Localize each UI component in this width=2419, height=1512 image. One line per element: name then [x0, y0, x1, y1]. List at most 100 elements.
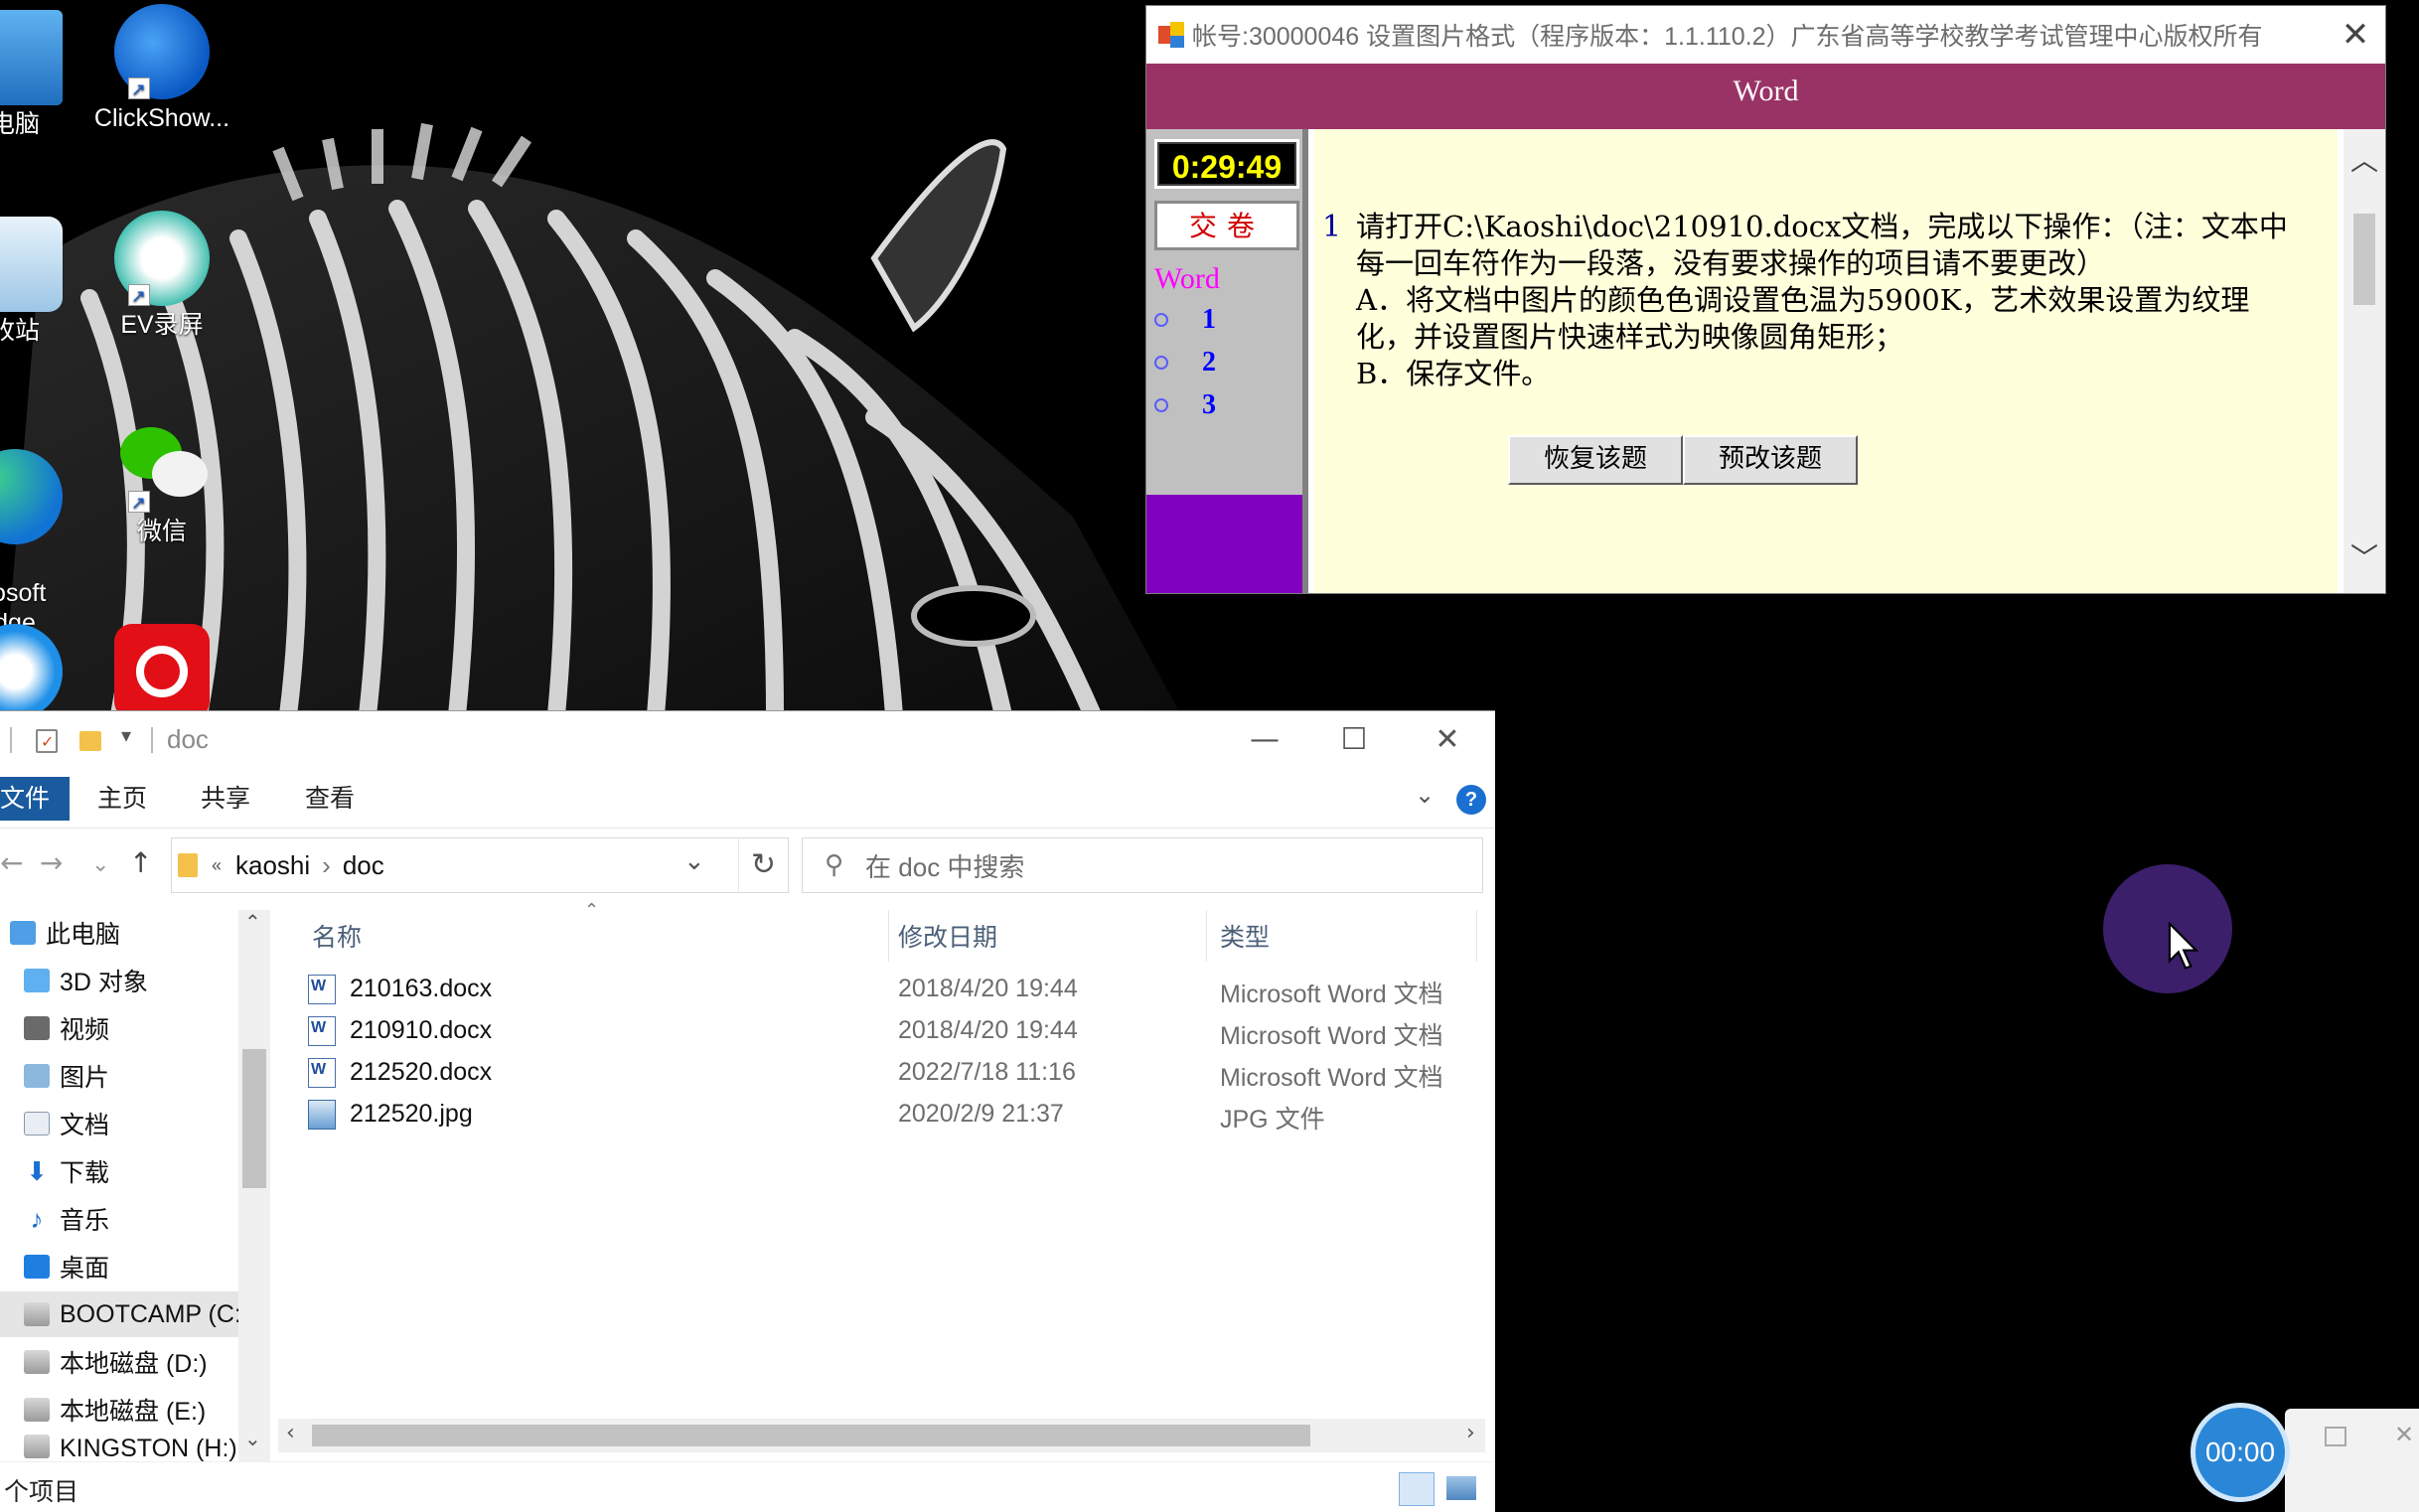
- recent-locations-icon[interactable]: ⌄: [91, 852, 109, 877]
- scroll-thumb[interactable]: [2353, 214, 2375, 305]
- quick-access-dropdown-icon[interactable]: ▾: [121, 723, 131, 747]
- nav-item-label: 本地磁盘 (D:): [60, 1350, 208, 1378]
- app-icon: [1158, 22, 1184, 48]
- file-row[interactable]: 212520.docx 2022/7/18 11:16 Microsoft Wo…: [308, 1053, 1460, 1095]
- subject-label: Word: [1154, 262, 1220, 295]
- tab-view[interactable]: 查看: [305, 777, 355, 821]
- navigation-pane: 此电脑 3D 对象 视频 图片 文档 ⬇ 下载 ♪ 音乐 桌面 BOOTCAMP…: [0, 910, 273, 1461]
- close-icon[interactable]: ✕: [1403, 711, 1492, 769]
- desktop-icon-recycle-bin[interactable]: 收站: [0, 217, 89, 346]
- desktop-icon-wechat[interactable]: 微信: [87, 417, 236, 546]
- nav-item-label: 视频: [60, 1016, 110, 1044]
- ribbon-expand-icon[interactable]: ⌄: [1415, 781, 1435, 809]
- forward-icon[interactable]: →: [40, 846, 63, 879]
- nav-item-drive-d[interactable]: 本地磁盘 (D:): [0, 1339, 238, 1385]
- nav-item-music[interactable]: ♪ 音乐: [0, 1196, 238, 1242]
- file-name: 210163.docx: [350, 975, 493, 1002]
- breadcrumb-overflow[interactable]: «: [212, 855, 222, 876]
- file-row[interactable]: 210910.docx 2018/4/20 19:44 Microsoft Wo…: [308, 1011, 1460, 1053]
- restore-window-icon[interactable]: [2325, 1427, 2346, 1446]
- nav-item-bootcamp[interactable]: BOOTCAMP (C:: [0, 1291, 238, 1337]
- scroll-down-icon[interactable]: ⌄: [244, 1427, 261, 1450]
- address-bar[interactable]: « kaoshi › doc ⌄: [171, 837, 789, 893]
- desktop-icon-ev-recorder[interactable]: EV录屏: [87, 211, 236, 340]
- scroll-thumb[interactable]: [242, 1049, 266, 1188]
- properties-icon[interactable]: ✓: [36, 729, 58, 753]
- drive-icon: [24, 1302, 50, 1326]
- column-separator[interactable]: [1206, 910, 1207, 962]
- column-header-name[interactable]: 名称: [312, 918, 362, 954]
- breadcrumb-doc[interactable]: doc: [343, 850, 384, 881]
- nav-item-this-pc[interactable]: 此电脑: [0, 910, 238, 956]
- tab-file[interactable]: 文件: [0, 777, 70, 821]
- recorder-panel: ✕: [2285, 1409, 2419, 1512]
- question-link-1[interactable]: 1: [1154, 304, 1216, 336]
- nav-item-pictures[interactable]: 图片: [0, 1053, 238, 1099]
- internet-explorer-icon: [0, 624, 63, 719]
- nav-item-kingston[interactable]: KINGSTON (H:): [0, 1435, 238, 1461]
- help-icon[interactable]: ?: [1456, 785, 1486, 815]
- desktop-icon-netease-music[interactable]: [87, 624, 236, 723]
- horizontal-scrollbar[interactable]: ‹ ›: [278, 1419, 1485, 1452]
- search-input[interactable]: ⚲ 在 doc 中搜索: [802, 837, 1483, 893]
- file-date: 2018/4/20 19:44: [898, 1016, 1078, 1044]
- exam-title: 帐号:30000046 设置图片格式（程序版本：1.1.110.2）广东省高等学…: [1192, 23, 2263, 51]
- nav-pane-scrollbar[interactable]: ⌃ ⌄: [238, 910, 270, 1461]
- question-link-3[interactable]: 3: [1154, 389, 1216, 421]
- minimize-icon[interactable]: —: [1220, 711, 1309, 769]
- redo-question-button[interactable]: 预改该题: [1683, 435, 1858, 485]
- pictures-icon: [24, 1064, 50, 1088]
- recording-timer[interactable]: 00:00: [2191, 1403, 2290, 1502]
- exam-close-icon[interactable]: ✕: [2326, 15, 2385, 55]
- restore-question-button[interactable]: 恢复该题: [1508, 435, 1683, 485]
- nav-item-videos[interactable]: 视频: [0, 1005, 238, 1051]
- question-step-b: B．保存文件。: [1356, 357, 1551, 390]
- new-folder-icon[interactable]: [79, 731, 101, 751]
- scroll-thumb[interactable]: [312, 1425, 1310, 1446]
- nav-item-downloads[interactable]: ⬇ 下载: [0, 1148, 238, 1194]
- question-link-2[interactable]: 2: [1154, 347, 1216, 378]
- exam-banner: Word: [1146, 64, 2385, 129]
- desktop-icon-ie[interactable]: [0, 624, 89, 723]
- nav-item-drive-e[interactable]: 本地磁盘 (E:): [0, 1387, 238, 1433]
- tab-home[interactable]: 主页: [97, 777, 147, 821]
- column-separator[interactable]: [888, 910, 889, 962]
- up-icon[interactable]: ↑: [129, 846, 152, 879]
- file-date: 2020/2/9 21:37: [898, 1100, 1064, 1128]
- file-type: Microsoft Word 文档: [1220, 1022, 1443, 1050]
- tab-share[interactable]: 共享: [201, 777, 250, 821]
- back-icon[interactable]: ←: [0, 846, 23, 879]
- desktop-icon-clickshow[interactable]: ClickShow...: [87, 4, 236, 133]
- maximize-icon[interactable]: ☐: [1309, 711, 1399, 769]
- close-recorder-icon[interactable]: ✕: [2394, 1421, 2414, 1448]
- search-icon: ⚲: [825, 850, 844, 880]
- nav-item-documents[interactable]: 文档: [0, 1101, 238, 1146]
- nav-item-desktop[interactable]: 桌面: [0, 1244, 238, 1289]
- file-row[interactable]: 210163.docx 2018/4/20 19:44 Microsoft Wo…: [308, 970, 1460, 1011]
- address-dropdown-icon[interactable]: ⌄: [683, 846, 705, 876]
- desktop-icon-computer[interactable]: 电脑: [0, 10, 89, 139]
- refresh-icon[interactable]: ↻: [738, 837, 788, 893]
- scroll-right-icon[interactable]: ›: [1466, 1421, 1475, 1445]
- desktop-icon-label: 电脑: [0, 110, 40, 138]
- desktop-icon-label: 微信: [136, 518, 187, 545]
- file-list: ⌃ 名称 修改日期 类型 210163.docx 2018/4/20 19:44…: [278, 900, 1495, 1461]
- question-scrollbar[interactable]: ︿ ﹀: [2343, 129, 2385, 593]
- large-icons-view-icon[interactable]: [1446, 1476, 1476, 1500]
- scroll-up-icon[interactable]: ︿: [2343, 139, 2385, 179]
- scroll-down-icon[interactable]: ﹀: [2343, 536, 2385, 576]
- submit-exam-button[interactable]: 交卷: [1154, 201, 1299, 250]
- nav-item-label: 音乐: [60, 1207, 110, 1235]
- netease-music-icon: [114, 624, 210, 719]
- sidebar-footer: [1146, 495, 1302, 593]
- column-header-type[interactable]: 类型: [1220, 918, 1270, 954]
- details-view-icon[interactable]: [1399, 1472, 1435, 1506]
- scroll-left-icon[interactable]: ‹: [286, 1421, 295, 1445]
- breadcrumb-kaoshi[interactable]: kaoshi: [235, 850, 310, 881]
- column-header-date[interactable]: 修改日期: [898, 918, 997, 954]
- scroll-up-icon[interactable]: ⌃: [244, 910, 261, 934]
- file-row[interactable]: 212520.jpg 2020/2/9 21:37 JPG 文件: [308, 1095, 1460, 1136]
- word-file-icon: [308, 1016, 336, 1046]
- nav-item-3d-objects[interactable]: 3D 对象: [0, 958, 238, 1003]
- column-separator[interactable]: [1476, 910, 1477, 962]
